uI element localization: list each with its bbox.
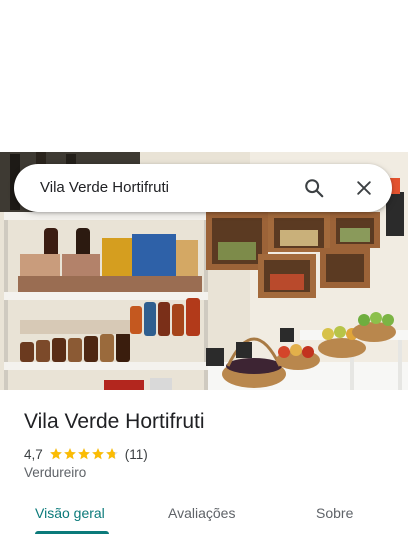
search-icon[interactable] (300, 174, 328, 202)
active-tab-indicator (35, 531, 109, 534)
tab-overview[interactable]: Visão geral (35, 505, 105, 521)
review-count: (11) (124, 446, 148, 462)
star-icon (49, 448, 62, 460)
rating-value: 4,7 (24, 446, 43, 462)
star-icon (91, 448, 104, 460)
rating-row[interactable]: 4,7 (11) (24, 445, 148, 463)
tab-bar: Visão geral Avaliações Sobre (0, 494, 408, 534)
search-bar[interactable]: Vila Verde Hortifruti (14, 164, 392, 212)
tab-about[interactable]: Sobre (316, 505, 353, 521)
place-category[interactable]: Verdureiro (24, 465, 86, 480)
star-icon (77, 448, 90, 460)
place-info-panel: Vila Verde Hortifruti 4,7 (11) Verdureir… (0, 390, 408, 544)
star-rating (49, 447, 119, 461)
search-query[interactable]: Vila Verde Hortifruti (40, 179, 169, 196)
close-icon[interactable] (350, 174, 378, 202)
star-icon (63, 448, 76, 460)
star-icon (105, 448, 118, 460)
place-title: Vila Verde Hortifruti (24, 410, 205, 433)
blank-area (0, 0, 408, 152)
tab-reviews[interactable]: Avaliações (168, 505, 235, 521)
